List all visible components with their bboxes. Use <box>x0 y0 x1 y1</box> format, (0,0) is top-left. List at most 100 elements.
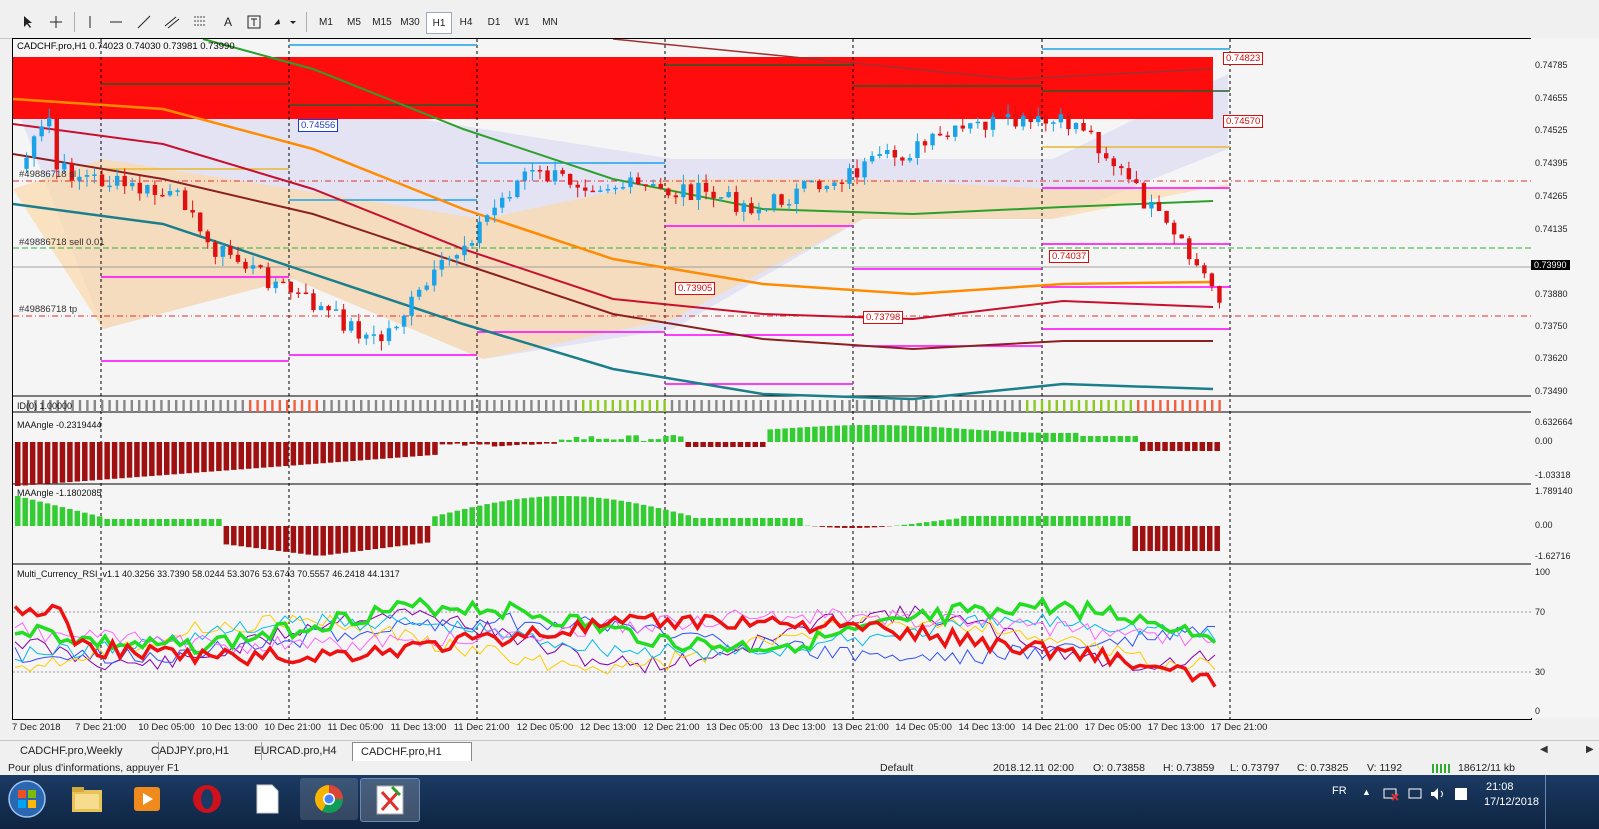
price-chart-canvas[interactable] <box>13 39 1531 719</box>
maangle1-bar <box>15 442 21 486</box>
period-button-h1[interactable]: H1 <box>426 12 452 34</box>
maangle1-bar <box>536 442 542 445</box>
maangle2-bar <box>1005 516 1012 526</box>
chart-tab[interactable]: CADCHF.pro,H1 <box>352 742 472 761</box>
status-bar: Pour plus d'informations, appuyer F1 Def… <box>0 761 1599 775</box>
id-strip-bar <box>952 400 955 412</box>
file-explorer-icon[interactable] <box>58 778 116 820</box>
chrome-browser-icon[interactable] <box>300 778 358 820</box>
chart-tab[interactable]: EURCAD.pro,H4 <box>246 742 368 760</box>
id-strip-bar <box>426 400 429 412</box>
volume-icon[interactable] <box>1430 787 1446 804</box>
maangle1-bar <box>588 436 595 442</box>
maangle1-bar <box>298 442 304 465</box>
maangle2-bar <box>603 498 610 526</box>
vertical-line-icon[interactable] <box>80 12 100 32</box>
level-label-low2: 0.73798 <box>863 311 904 324</box>
maangle2-bar <box>380 526 386 549</box>
period-button-mn[interactable]: MN <box>538 12 562 32</box>
chart-tab[interactable]: CADJPY.pro,H1 <box>143 742 262 760</box>
maangle2-bar <box>171 519 177 526</box>
id-indicator-label: ID(0) 1.00000 <box>17 401 73 411</box>
maangle1-bar <box>722 442 729 447</box>
id-strip-bar <box>389 400 392 412</box>
crosshair-icon[interactable] <box>46 12 66 32</box>
maangle2-bar <box>335 526 341 554</box>
maangle2-bar <box>357 526 364 551</box>
id-strip-bar <box>374 400 378 412</box>
maangle2-bar <box>841 526 848 528</box>
maangle2-bar <box>558 496 565 526</box>
arrows-dropdown-icon[interactable] <box>272 12 298 32</box>
maangle2-bar <box>15 496 21 526</box>
tray-app-icon[interactable] <box>1454 787 1468 804</box>
id-strip-bar <box>508 400 511 412</box>
period-button-w1[interactable]: W1 <box>510 12 534 32</box>
id-strip-bar <box>663 400 666 412</box>
fibonacci-icon[interactable] <box>190 12 210 32</box>
price-label: 0.74265 <box>1535 191 1568 201</box>
maangle2-bar <box>976 516 982 526</box>
maangle1-bar <box>44 442 51 484</box>
text-label-icon[interactable] <box>244 12 264 32</box>
id-strip-bar <box>626 400 629 412</box>
period-button-m15[interactable]: M15 <box>370 12 394 32</box>
id-strip-bar <box>1011 400 1014 412</box>
period-button-m1[interactable]: M1 <box>314 12 338 32</box>
maangle2-bar <box>1139 526 1146 551</box>
language-indicator[interactable]: FR <box>1332 785 1347 797</box>
network-icon[interactable] <box>1383 787 1399 804</box>
clock-date[interactable]: 17/12/2018 <box>1484 796 1539 808</box>
candle-body <box>130 182 135 187</box>
maangle2-bar <box>931 521 937 526</box>
channel-icon[interactable] <box>162 12 182 32</box>
level-label-right: 0.74037 <box>1049 250 1090 263</box>
id-strip-bar <box>249 400 252 412</box>
cursor-icon[interactable] <box>18 12 38 32</box>
tab-scroll-left-icon[interactable]: ◀ <box>1540 744 1548 755</box>
period-button-m5[interactable]: M5 <box>342 12 366 32</box>
candle-body <box>39 126 44 137</box>
horizontal-line-icon[interactable] <box>106 12 126 32</box>
candle-body <box>1187 238 1192 260</box>
blank-document-icon[interactable] <box>238 778 296 820</box>
metatrader-icon[interactable] <box>360 778 420 822</box>
candle-body <box>281 281 286 284</box>
candle-body <box>756 209 762 214</box>
maangle1-bar <box>700 442 706 447</box>
id-strip-bar <box>352 400 355 412</box>
maangle1-bar <box>797 427 803 442</box>
tray-expand-icon[interactable]: ▲ <box>1362 787 1371 797</box>
period-button-d1[interactable]: D1 <box>482 12 506 32</box>
maangle2-bar <box>707 518 714 526</box>
maangle2-bar <box>201 519 207 526</box>
tab-scroll-right-icon[interactable]: ▶ <box>1586 744 1594 755</box>
text-icon[interactable]: A <box>218 12 238 32</box>
clock-time[interactable]: 21:08 <box>1486 781 1514 793</box>
candle-body <box>303 292 309 294</box>
chart-window[interactable]: CADCHF.pro,H1 0.74023 0.74030 0.73981 0.… <box>12 38 1532 720</box>
candle-body <box>213 242 218 257</box>
time-label: 12 Dec 13:00 <box>579 722 637 733</box>
maangle1-bar <box>998 431 1004 442</box>
candle-body <box>349 321 354 331</box>
candle-body <box>492 207 497 216</box>
chart-tab[interactable]: CADCHF.pro,Weekly <box>12 742 159 760</box>
id-strip-bar <box>589 400 592 412</box>
candle-body <box>764 209 769 211</box>
period-button-h4[interactable]: H4 <box>454 12 478 32</box>
start-button-icon[interactable] <box>0 778 54 820</box>
action-center-icon[interactable] <box>1408 787 1422 804</box>
maangle1-bar <box>1192 442 1198 451</box>
maangle1-bar <box>223 442 230 471</box>
opera-browser-icon[interactable] <box>178 778 236 820</box>
maangle1-bar <box>1080 436 1086 442</box>
id-strip-bar <box>1003 400 1007 412</box>
trendline-icon[interactable] <box>134 12 154 32</box>
id-strip-bar <box>1211 400 1214 412</box>
candle-body <box>696 182 701 201</box>
status-time: 2018.12.11 02:00 <box>993 762 1074 774</box>
media-player-icon[interactable] <box>118 778 176 820</box>
maangle1-bar <box>37 442 43 485</box>
period-button-m30[interactable]: M30 <box>398 12 422 32</box>
